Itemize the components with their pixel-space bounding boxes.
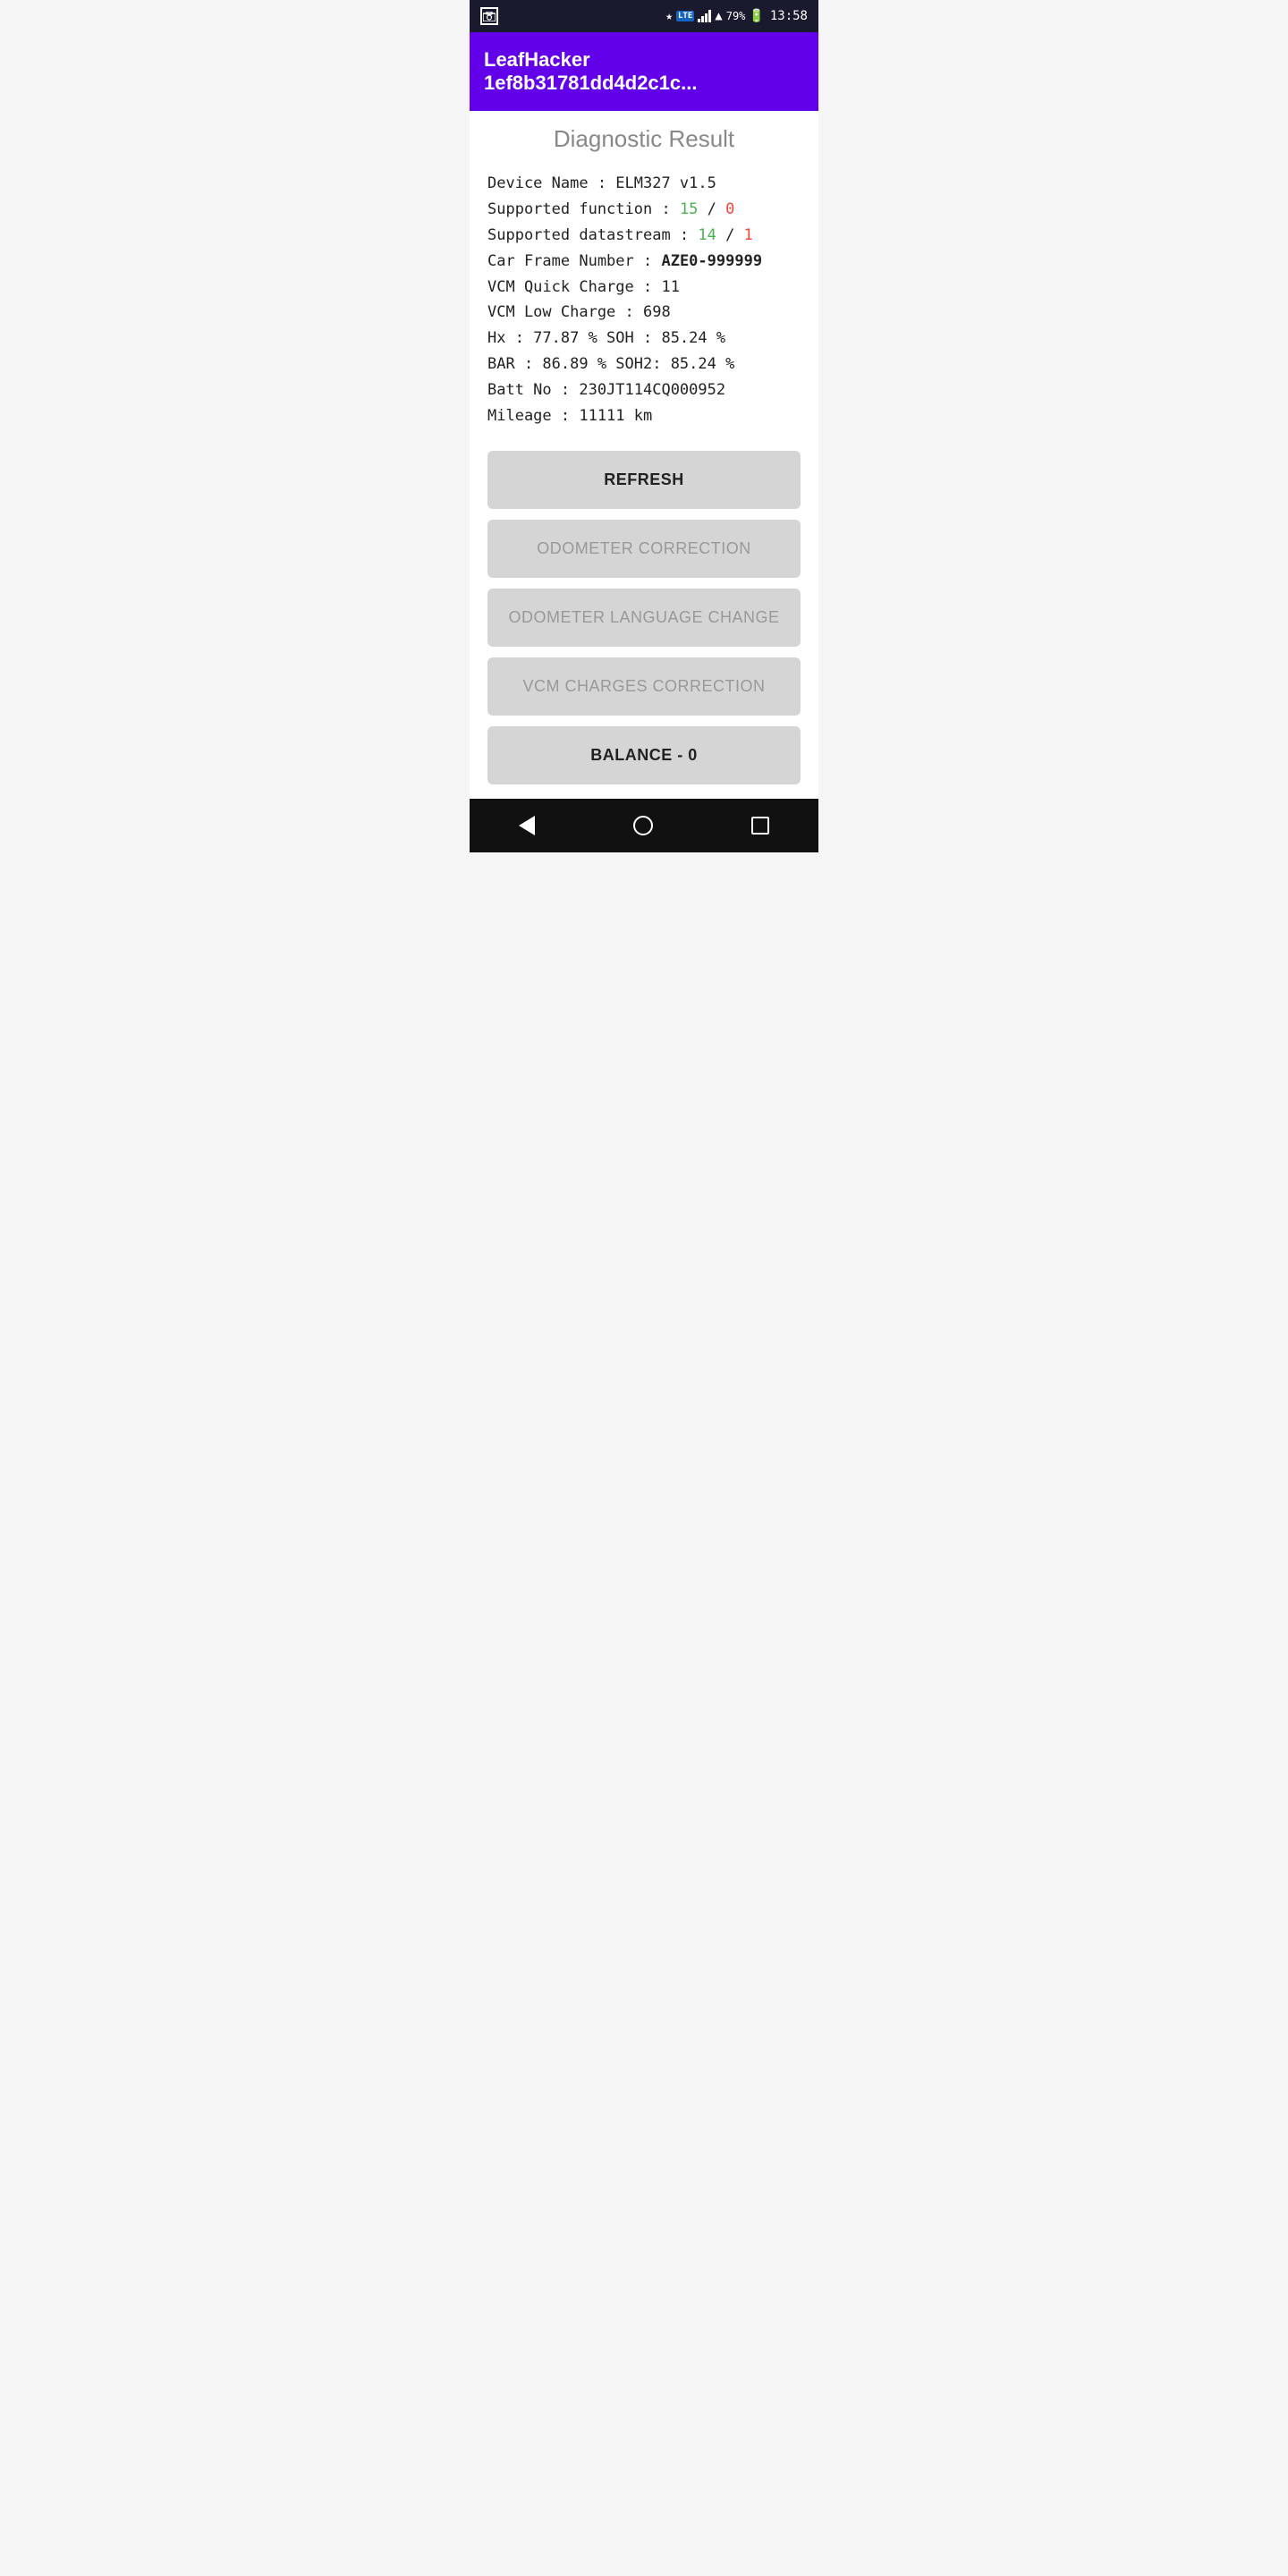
buttons-section: REFRESH ODOMETER CORRECTION ODOMETER LAN… bbox=[487, 451, 801, 784]
supported-function-sep: / bbox=[698, 200, 725, 218]
recents-button[interactable] bbox=[751, 817, 769, 835]
odometer-language-change-button[interactable]: ODOMETER LANGUAGE CHANGE bbox=[487, 589, 801, 647]
supported-datastream-label: Supported datastream : bbox=[487, 226, 698, 244]
bottom-nav bbox=[470, 799, 818, 852]
back-button[interactable] bbox=[519, 816, 535, 835]
supported-function-label: Supported function : bbox=[487, 200, 680, 218]
vcm-low-charge-line: VCM Low Charge : 698 bbox=[487, 300, 801, 326]
hx-line: Hx : 77.87 % SOH : 85.24 % bbox=[487, 326, 801, 352]
supported-datastream-green: 14 bbox=[698, 226, 716, 244]
balance-button[interactable]: BALANCE - 0 bbox=[487, 726, 801, 784]
refresh-button[interactable]: REFRESH bbox=[487, 451, 801, 509]
car-frame-label: Car Frame Number : bbox=[487, 252, 661, 270]
status-bar: ★ LTE ▲ 79% 🔋 13:58 bbox=[470, 0, 818, 32]
supported-function-line: Supported function : 15 / 0 bbox=[487, 197, 801, 223]
app-bar: LeafHacker 1ef8b31781dd4d2c1c... bbox=[470, 32, 818, 111]
photo-icon bbox=[480, 7, 498, 25]
batt-no-line: Batt No : 230JT114CQ000952 bbox=[487, 377, 801, 403]
supported-datastream-line: Supported datastream : 14 / 1 bbox=[487, 223, 801, 249]
lte-badge: LTE bbox=[676, 11, 694, 21]
car-frame-line: Car Frame Number : AZE0-999999 bbox=[487, 249, 801, 275]
info-section: Device Name : ELM327 v1.5 Supported func… bbox=[487, 171, 801, 429]
signal-icon-2: ▲ bbox=[715, 9, 722, 23]
diagnostic-title: Diagnostic Result bbox=[487, 125, 801, 153]
status-right: ★ LTE ▲ 79% 🔋 13:58 bbox=[665, 9, 808, 23]
supported-function-red: 0 bbox=[725, 200, 734, 218]
vcm-charges-correction-button[interactable]: VCM CHARGES CORRECTION bbox=[487, 657, 801, 716]
battery-icon: 🔋 bbox=[749, 9, 764, 23]
supported-function-green: 15 bbox=[680, 200, 698, 218]
home-button[interactable] bbox=[633, 816, 653, 835]
odometer-correction-button[interactable]: ODOMETER CORRECTION bbox=[487, 520, 801, 578]
mileage-line: Mileage : 11111 km bbox=[487, 403, 801, 429]
status-time: 13:58 bbox=[770, 9, 808, 23]
signal-icon-1 bbox=[698, 10, 711, 22]
supported-datastream-red: 1 bbox=[744, 226, 753, 244]
main-content: Diagnostic Result Device Name : ELM327 v… bbox=[470, 111, 818, 799]
battery-text: 79% bbox=[726, 10, 746, 22]
app-title: LeafHacker 1ef8b31781dd4d2c1c... bbox=[484, 48, 804, 95]
bluetooth-icon: ★ bbox=[665, 10, 673, 23]
status-left bbox=[480, 7, 498, 25]
bar-line: BAR : 86.89 % SOH2: 85.24 % bbox=[487, 352, 801, 377]
car-frame-value: AZE0-999999 bbox=[661, 252, 762, 270]
device-name-line: Device Name : ELM327 v1.5 bbox=[487, 171, 801, 197]
vcm-quick-charge-line: VCM Quick Charge : 11 bbox=[487, 275, 801, 301]
supported-datastream-sep: / bbox=[716, 226, 744, 244]
